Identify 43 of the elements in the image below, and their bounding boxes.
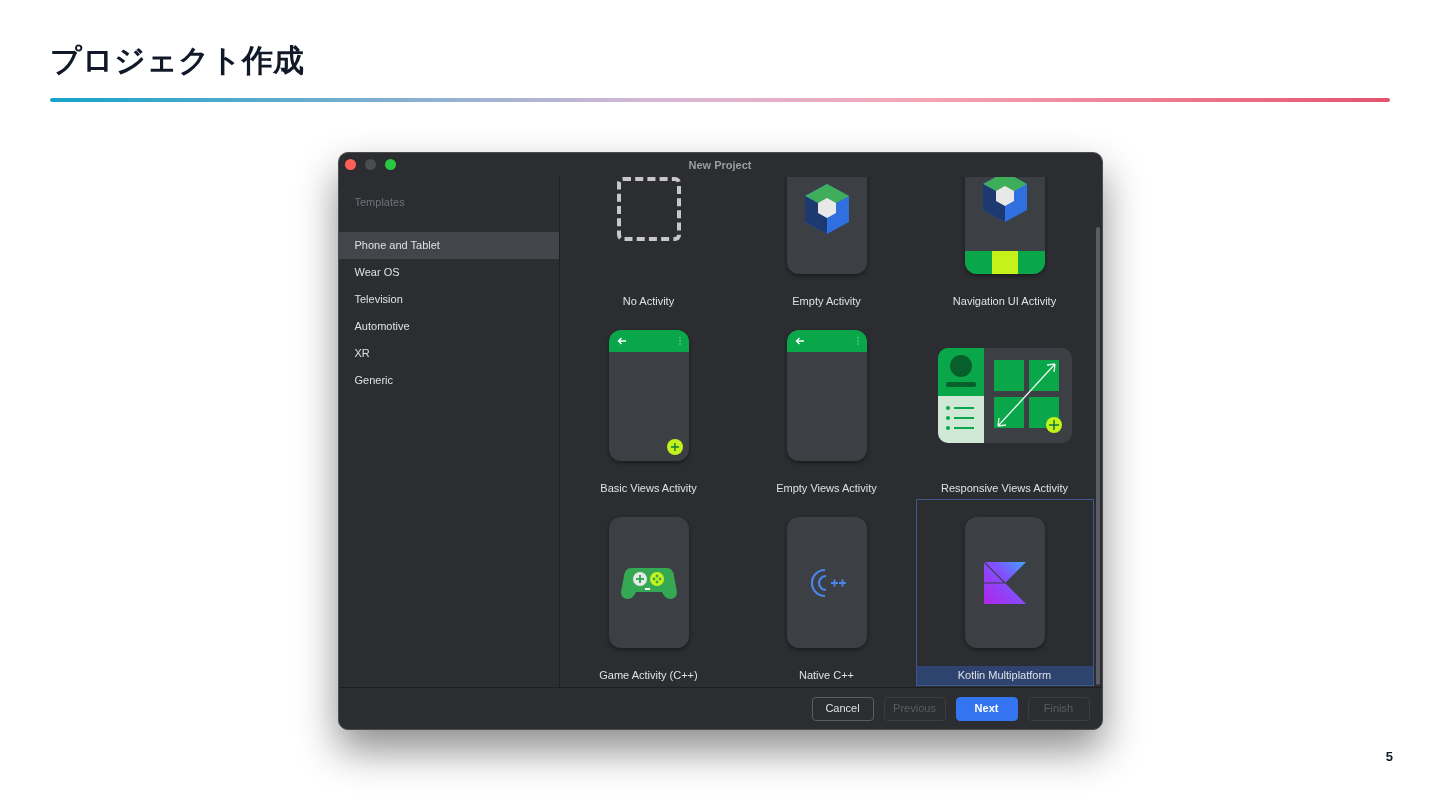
plus-fab-icon <box>666 439 683 455</box>
template-card[interactable]: Native C++ <box>737 499 916 686</box>
back-arrow-icon <box>794 337 805 345</box>
sidebar-item[interactable]: Phone and Tablet <box>338 231 559 259</box>
scrollbar-thumb[interactable] <box>1095 227 1100 685</box>
sidebar-item[interactable]: Television <box>338 285 559 313</box>
window-title: New Project <box>688 157 752 173</box>
template-label: Responsive Views Activity <box>940 481 1069 497</box>
template-card[interactable]: Empty Activity <box>737 177 916 312</box>
template-card[interactable]: Game Activity (C++) <box>559 499 738 686</box>
template-label: Empty Activity <box>791 294 862 310</box>
template-card[interactable]: Kotlin Multiplatform <box>915 499 1094 686</box>
more-icon <box>678 337 681 345</box>
template-label: Game Activity (C++) <box>598 668 699 684</box>
cube-logo-icon <box>980 177 1029 224</box>
template-card[interactable]: Empty Views Activity <box>737 312 916 499</box>
kotlin-logo-icon <box>983 561 1026 604</box>
slide-title: プロジェクト作成 <box>50 41 305 80</box>
page-number: 5 <box>1385 747 1393 766</box>
sidebar-item[interactable]: XR <box>338 339 559 367</box>
template-card[interactable]: Navigation UI Activity <box>915 177 1094 312</box>
template-card[interactable]: Basic Views Activity <box>559 312 738 499</box>
template-card[interactable]: Responsive Views Activity <box>915 312 1094 499</box>
template-label: No Activity <box>621 294 676 310</box>
template-label: Empty Views Activity <box>775 481 878 497</box>
gamepad-icon <box>620 565 677 600</box>
more-icon <box>856 337 859 345</box>
dialog-button[interactable]: Next <box>955 696 1018 721</box>
sidebar-item[interactable]: Automotive <box>338 312 559 340</box>
sidebar-heading: Templates <box>353 195 406 210</box>
dashed-square-icon <box>616 177 681 241</box>
back-arrow-icon <box>616 337 627 345</box>
template-label: Basic Views Activity <box>599 481 698 497</box>
template-label: Kotlin Multiplatform <box>916 666 1093 685</box>
sidebar-item[interactable]: Generic <box>338 366 559 394</box>
close-window-button[interactable] <box>344 159 356 170</box>
sidebar-item[interactable]: Wear OS <box>338 258 559 286</box>
template-label: Navigation UI Activity <box>951 294 1058 310</box>
cube-logo-icon <box>802 181 851 236</box>
dialog-button[interactable]: Cancel <box>811 696 874 721</box>
zoom-window-button[interactable] <box>384 159 396 170</box>
template-card[interactable]: No Activity <box>559 177 738 312</box>
template-label: Native C++ <box>798 668 855 684</box>
